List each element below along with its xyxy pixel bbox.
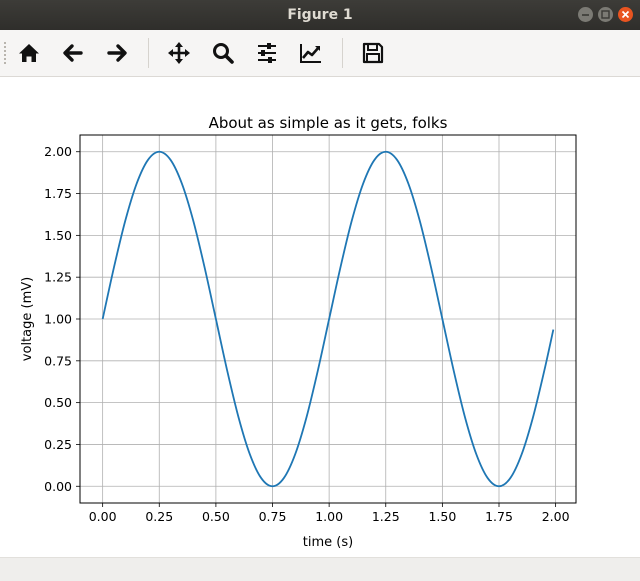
x-tick-label: 1.25 [372, 509, 400, 524]
y-tick-label: 1.25 [44, 270, 72, 285]
home-icon [19, 44, 39, 62]
toolbar-separator [342, 38, 343, 68]
navigation-toolbar [0, 30, 640, 77]
close-icon [621, 10, 630, 19]
home-button[interactable] [12, 35, 46, 71]
move-icon [168, 42, 190, 64]
forward-button[interactable] [100, 35, 134, 71]
close-button[interactable] [618, 7, 633, 22]
edit-axes-button[interactable] [294, 35, 328, 71]
minimize-icon [582, 14, 589, 16]
y-tick-label: 0.00 [44, 479, 72, 494]
x-tick-label: 1.50 [428, 509, 456, 524]
subplots-button[interactable] [250, 35, 284, 71]
y-tick-label: 0.75 [44, 353, 72, 368]
x-tick-label: 0.25 [145, 509, 173, 524]
x-axis-label: time (s) [303, 535, 353, 550]
magnifier-icon [213, 43, 234, 64]
toolbar-grip[interactable] [4, 42, 9, 64]
title-bar[interactable]: Figure 1 [0, 0, 640, 30]
figure-window: Figure 1 About as simple as it gets, fol… [0, 0, 640, 581]
grid [80, 135, 576, 503]
window-title: Figure 1 [287, 7, 353, 23]
status-bar [0, 557, 640, 581]
arrow-left-icon [63, 44, 83, 62]
x-tick-label: 0.50 [202, 509, 230, 524]
arrow-right-icon [107, 44, 127, 62]
plot-svg: About as simple as it gets, folks 0.00 0.… [20, 114, 577, 550]
y-tick-label: 0.25 [44, 437, 72, 452]
x-tick-label: 1.00 [315, 509, 343, 524]
figure-canvas[interactable]: About as simple as it gets, folks 0.00 0.… [0, 77, 640, 557]
floppy-disk-icon [362, 42, 384, 64]
y-tick-label: 1.75 [44, 186, 72, 201]
y-tick-label: 1.00 [44, 312, 72, 327]
x-tick-label: 0.00 [89, 509, 117, 524]
y-tick-label: 1.50 [44, 228, 72, 243]
y-axis-label: voltage (mV) [20, 277, 35, 361]
sliders-icon [258, 43, 276, 63]
back-button[interactable] [56, 35, 90, 71]
pan-button[interactable] [162, 35, 196, 71]
chart-title: About as simple as it gets, folks [209, 114, 448, 132]
maximize-icon [601, 10, 610, 19]
y-tick-label: 0.50 [44, 395, 72, 410]
save-button[interactable] [356, 35, 390, 71]
line-chart-icon [300, 44, 321, 63]
toolbar-separator [148, 38, 149, 68]
zoom-button[interactable] [206, 35, 240, 71]
maximize-button[interactable] [598, 7, 613, 22]
y-tick-label: 2.00 [44, 144, 72, 159]
minimize-button[interactable] [578, 7, 593, 22]
x-tick-label: 2.00 [542, 509, 570, 524]
x-tick-label: 1.75 [485, 509, 513, 524]
ticks: 0.00 0.25 0.50 0.75 1.00 1.25 1.50 1.75 2.00 0.00… [44, 144, 569, 524]
x-tick-label: 0.75 [259, 509, 287, 524]
